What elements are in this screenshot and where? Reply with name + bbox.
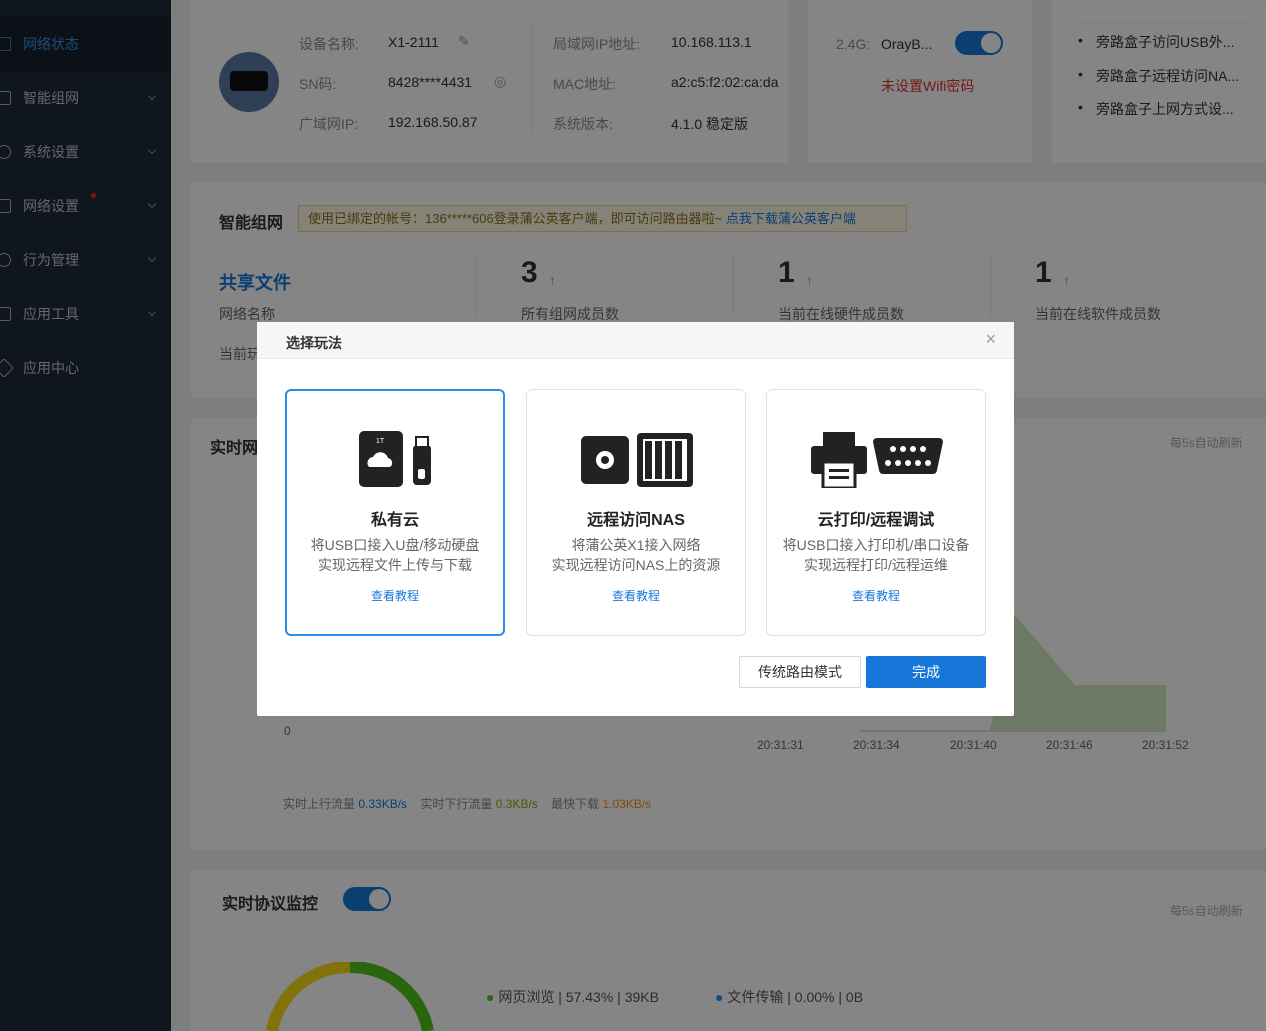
option-title: 云打印/远程调试: [817, 512, 935, 529]
option-tutorial-link[interactable]: 查看教程: [767, 587, 985, 604]
option-tutorial-link[interactable]: 查看教程: [287, 587, 503, 604]
option-desc-line1: 将USB口接入U盘/移动硬盘: [310, 537, 480, 553]
traditional-router-mode-button[interactable]: 传统路由模式: [739, 656, 861, 688]
svg-text:1T: 1T: [376, 438, 385, 445]
option-desc-line1: 将蒲公英X1接入网络: [571, 537, 701, 553]
cloud-storage-icon: 1T: [359, 431, 431, 487]
dialog-header: 选择玩法 ×: [257, 322, 1014, 359]
option-desc-line2: 实现远程访问NAS上的资源: [551, 557, 721, 573]
nas-icon: [581, 433, 693, 487]
option-cloud-print[interactable]: 云打印/远程调试 将USB口接入打印机/串口设备 实现远程打印/远程运维 查看教…: [766, 389, 986, 636]
printer-serial-icon: [811, 432, 943, 488]
done-button[interactable]: 完成: [866, 656, 986, 688]
option-desc-line2: 实现远程打印/远程运维: [804, 557, 948, 573]
option-title: 私有云: [370, 512, 419, 529]
dialog-title: 选择玩法: [286, 335, 342, 351]
option-tutorial-link[interactable]: 查看教程: [527, 587, 745, 604]
option-desc-line1: 将USB口接入打印机/串口设备: [782, 537, 970, 553]
close-icon[interactable]: ×: [985, 329, 996, 350]
option-private-cloud[interactable]: 1T 私有云 将USB口接入U盘/移动硬盘 实现远程文件上传与下载 查看教程: [285, 389, 505, 636]
option-title: 远程访问NAS: [587, 512, 685, 529]
option-desc-line2: 实现远程文件上传与下载: [318, 557, 472, 573]
choose-mode-dialog: 选择玩法 × 1T 私有云 将USB口接入U盘/移动硬盘 实现远程文件上传与下载…: [257, 322, 1014, 716]
option-remote-nas[interactable]: 远程访问NAS 将蒲公英X1接入网络 实现远程访问NAS上的资源 查看教程: [526, 389, 746, 636]
